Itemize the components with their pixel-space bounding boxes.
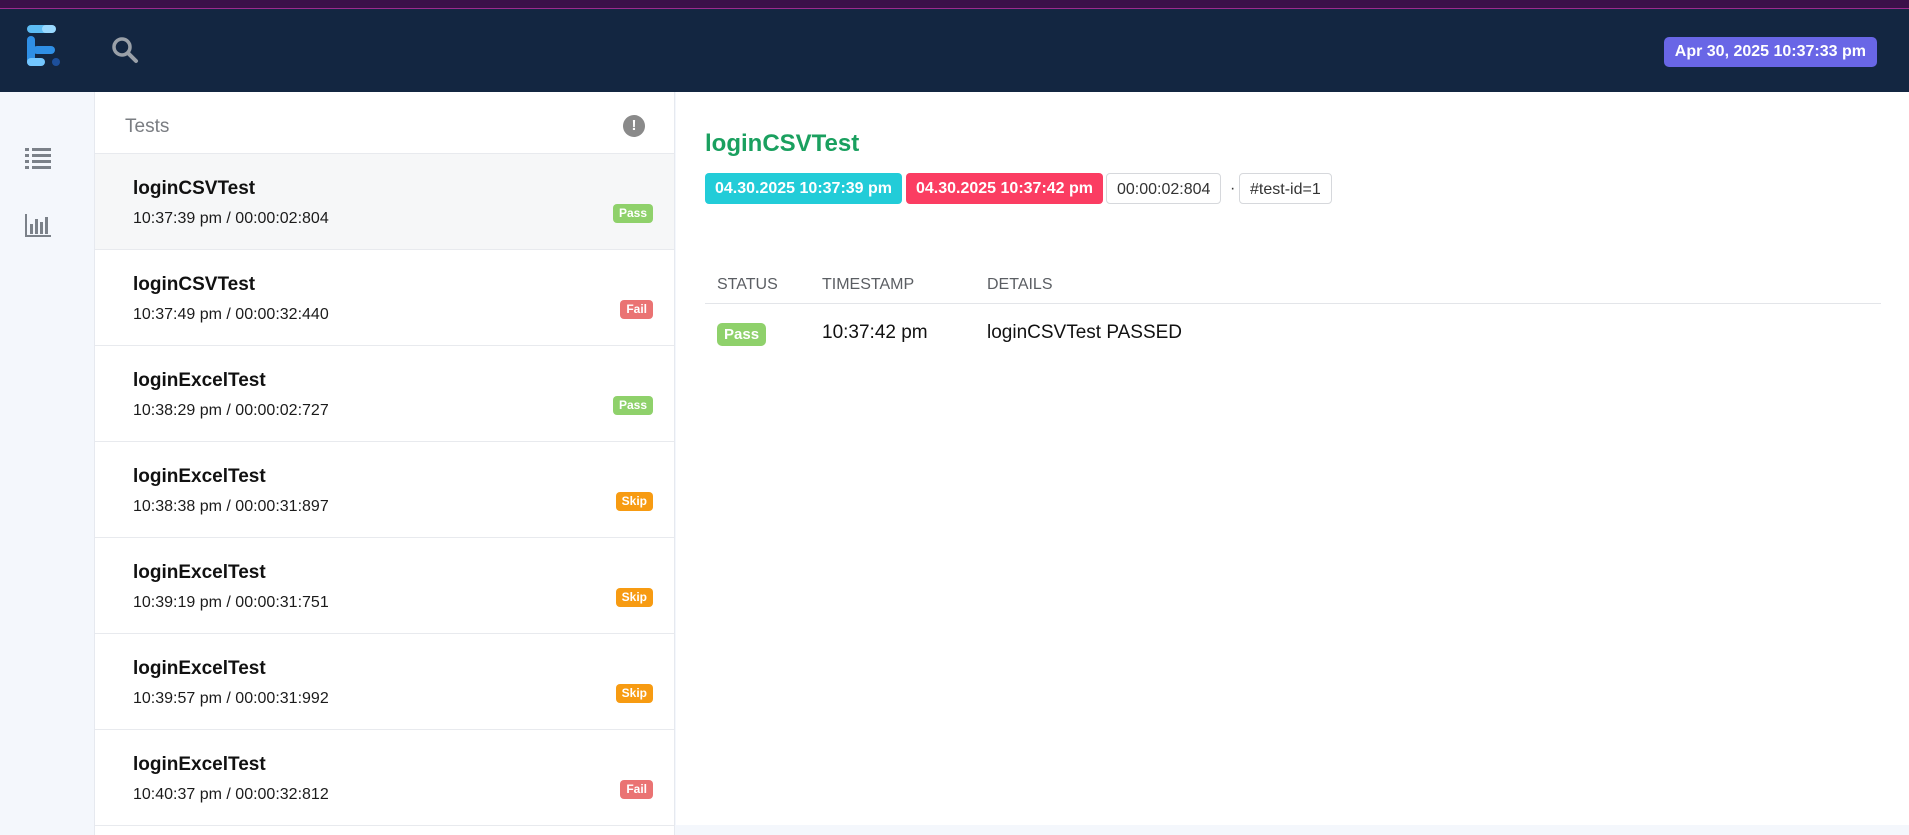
column-header-status: STATUS: [717, 276, 778, 293]
list-icon[interactable]: [24, 145, 52, 171]
test-name: loginExcelTest: [133, 370, 266, 391]
detail-title: loginCSVTest: [705, 130, 860, 157]
end-time-badge: 04.30.2025 10:37:42 pm: [906, 173, 1104, 204]
status-badge: Skip: [615, 492, 653, 511]
alert-icon[interactable]: !: [623, 115, 645, 137]
bar-chart-icon[interactable]: [24, 212, 52, 238]
test-name: loginExcelTest: [133, 466, 266, 487]
test-item[interactable]: loginExcelTest 10:38:29 pm / 00:00:02:72…: [95, 346, 674, 442]
tests-panel-title: Tests: [125, 116, 170, 137]
top-navbar: Apr 30, 2025 10:37:33 pm: [0, 9, 1909, 92]
test-meta: 10:40:37 pm / 00:00:32:812: [133, 786, 329, 803]
top-accent-strip: [0, 0, 1909, 9]
test-item[interactable]: loginExcelTest 10:39:57 pm / 00:00:31:99…: [95, 634, 674, 730]
status-badge: Fail: [620, 780, 653, 799]
start-time-badge: 04.30.2025 10:37:39 pm: [705, 173, 903, 204]
test-item[interactable]: loginExcelTest 10:39:19 pm / 00:00:31:75…: [95, 538, 674, 634]
tests-panel: Tests ! loginCSVTest 10:37:39 pm / 00:00…: [94, 92, 675, 835]
side-nav: [0, 92, 94, 835]
extent-logo-icon[interactable]: [24, 24, 66, 74]
test-meta: 10:38:29 pm / 00:00:02:727: [133, 402, 329, 419]
test-name: loginCSVTest: [133, 274, 256, 295]
status-badge: Pass: [612, 396, 653, 415]
column-header-timestamp: TIMESTAMP: [822, 276, 915, 293]
duration-badge: 00:00:02:804: [1106, 173, 1222, 204]
test-name: loginCSVTest: [133, 178, 256, 199]
test-item[interactable]: loginExcelTest 10:38:38 pm / 00:00:31:89…: [95, 442, 674, 538]
log-timestamp: 10:37:42 pm: [822, 322, 928, 343]
log-details: loginCSVTest PASSED: [987, 322, 1183, 343]
test-name: loginExcelTest: [133, 562, 266, 583]
test-item[interactable]: loginCSVTest 10:37:39 pm / 00:00:02:804 …: [95, 154, 674, 250]
test-meta: 10:37:49 pm / 00:00:32:440: [133, 306, 329, 323]
search-icon[interactable]: [110, 35, 140, 65]
column-header-details: DETAILS: [987, 276, 1053, 293]
test-id-badge: #test-id=1: [1239, 173, 1332, 204]
test-meta: 10:39:19 pm / 00:00:31:751: [133, 594, 329, 611]
log-status-badge: Pass: [717, 323, 767, 346]
report-date-badge: Apr 30, 2025 10:37:33 pm: [1663, 37, 1877, 67]
status-badge: Skip: [615, 588, 653, 607]
test-meta: 10:37:39 pm / 00:00:02:804: [133, 210, 329, 227]
test-name: loginExcelTest: [133, 658, 266, 679]
tests-panel-header: Tests !: [95, 92, 674, 154]
test-meta: 10:38:38 pm / 00:00:31:897: [133, 498, 329, 515]
table-row: Pass 10:37:42 pm loginCSVTest PASSED: [705, 304, 1881, 364]
log-table: STATUS TIMESTAMP DETAILS Pass 10:37:42 p…: [705, 262, 1881, 364]
test-item[interactable]: loginCSVTest 10:37:49 pm / 00:00:32:440 …: [95, 250, 674, 346]
test-item[interactable]: loginExcelTest 10:40:37 pm / 00:00:32:81…: [95, 730, 674, 826]
tag-separator: ·: [1230, 180, 1236, 197]
status-badge: Pass: [612, 204, 653, 223]
test-details-panel: loginCSVTest 04.30.2025 10:37:39 pm 04.3…: [676, 92, 1909, 825]
test-meta: 10:39:57 pm / 00:00:31:992: [133, 690, 329, 707]
test-name: loginExcelTest: [133, 754, 266, 775]
log-table-header: STATUS TIMESTAMP DETAILS: [705, 262, 1881, 304]
status-badge: Fail: [620, 300, 653, 319]
status-badge: Skip: [615, 684, 653, 703]
